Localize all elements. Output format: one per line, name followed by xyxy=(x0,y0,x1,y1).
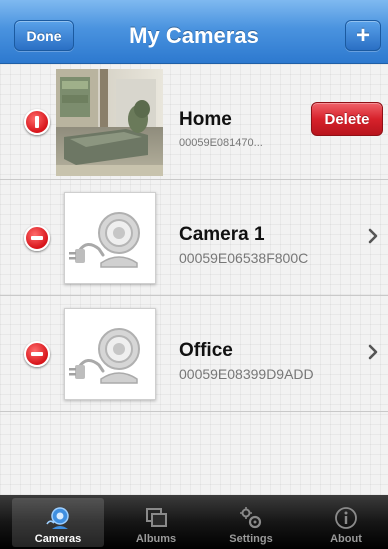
done-button[interactable]: Done xyxy=(14,20,74,51)
camera-id: 00059E08399D9ADD xyxy=(179,366,314,382)
tab-label: Settings xyxy=(229,533,273,545)
camera-name: Camera 1 xyxy=(179,224,265,245)
camera-thumbnail xyxy=(64,308,156,400)
tab-label: Albums xyxy=(135,533,177,545)
chevron-right-icon xyxy=(368,228,378,244)
camera-list: Home 00059E081470... Delete Camera 1 000… xyxy=(0,64,388,495)
tab-settings[interactable]: Settings xyxy=(205,498,297,547)
camera-name: Home xyxy=(179,109,232,130)
gears-icon xyxy=(240,507,262,529)
add-camera-button[interactable]: + xyxy=(345,20,381,51)
tab-label: Cameras xyxy=(34,533,82,545)
navigation-bar: My Cameras Done + xyxy=(0,0,388,64)
delete-button[interactable]: Delete xyxy=(311,102,383,136)
tab-albums[interactable]: Albums xyxy=(110,498,202,547)
delete-toggle-icon[interactable] xyxy=(24,225,50,251)
camera-thumbnail xyxy=(64,192,156,284)
tab-cameras[interactable]: Cameras xyxy=(12,498,104,547)
camera-row-camera-1[interactable]: Camera 1 00059E06538F800C xyxy=(0,180,388,296)
tab-bar: Cameras Albums Settings About xyxy=(0,495,388,549)
camera-row-home[interactable]: Home 00059E081470... Delete xyxy=(0,64,388,180)
camera-placeholder-icon xyxy=(69,328,140,384)
camera-id: 00059E06538F800C xyxy=(179,250,309,266)
camera-id: 00059E081470... xyxy=(179,137,263,149)
chevron-right-icon xyxy=(368,344,378,360)
camera-icon xyxy=(46,507,69,529)
tab-label: About xyxy=(330,533,362,545)
camera-row-office[interactable]: Office 00059E08399D9ADD xyxy=(0,296,388,412)
albums-icon xyxy=(146,508,167,527)
camera-name: Office xyxy=(179,340,233,361)
living-room-photo xyxy=(56,69,163,176)
tab-about[interactable]: About xyxy=(300,498,388,547)
info-icon xyxy=(335,507,357,529)
camera-thumbnail xyxy=(56,69,163,176)
camera-placeholder-icon xyxy=(69,212,140,268)
delete-toggle-icon[interactable] xyxy=(24,109,50,135)
delete-toggle-icon[interactable] xyxy=(24,341,50,367)
